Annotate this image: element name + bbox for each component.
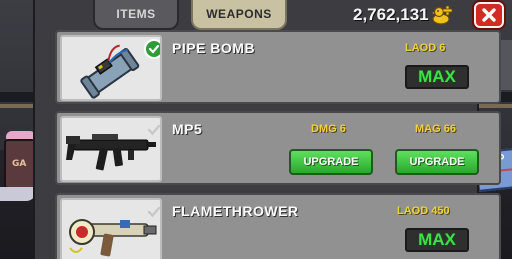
weapon-row-mp5[interactable]: MP5 DMG 6 UPGRADE MAG 66 UPGRADE <box>55 111 501 185</box>
weapon-name: FLAMETHROWER <box>172 203 299 219</box>
upgrade-damage-button[interactable]: UPGRADE <box>289 149 373 175</box>
weapon-stat-damage: DMG 6 <box>311 123 346 135</box>
weapon-stat-load: LAOD 450 <box>397 205 450 217</box>
weapon-name: PIPE BOMB <box>172 40 256 56</box>
tab-items[interactable]: ITEMS <box>93 0 179 30</box>
close-icon <box>482 8 496 22</box>
weapon-thumbnail <box>60 35 162 101</box>
currency-display: 2,762,131 <box>353 4 454 26</box>
tab-bar: ITEMS WEAPONS <box>93 0 287 30</box>
currency-value: 2,762,131 <box>353 5 429 24</box>
unequipped-check-icon[interactable] <box>144 120 160 140</box>
weapons-panel: ITEMS WEAPONS 2,762,131 PIPE BOMB LAOD 6… <box>33 0 504 259</box>
unequipped-check-icon[interactable] <box>144 202 160 222</box>
weapon-name: MP5 <box>172 121 203 137</box>
duck-plus-icon[interactable] <box>431 4 454 26</box>
weapon-row-flamethrower[interactable]: FLAMETHROWER LAOD 450 MAX <box>55 193 501 259</box>
cake-text: GA <box>12 159 27 169</box>
weapon-stat-magazine: MAG 66 <box>415 123 456 135</box>
tab-weapons[interactable]: WEAPONS <box>191 0 287 30</box>
weapon-thumbnail <box>60 198 162 259</box>
max-level-indicator: MAX <box>405 228 469 252</box>
upgrade-magazine-button[interactable]: UPGRADE <box>395 149 479 175</box>
weapon-stat-load: LAOD 6 <box>405 42 446 54</box>
max-level-indicator: MAX <box>405 65 469 89</box>
weapon-thumbnail <box>60 116 162 182</box>
weapon-row-pipe-bomb[interactable]: PIPE BOMB LAOD 6 MAX <box>55 30 501 104</box>
equipped-check-icon <box>144 39 160 59</box>
close-button[interactable] <box>474 2 504 28</box>
